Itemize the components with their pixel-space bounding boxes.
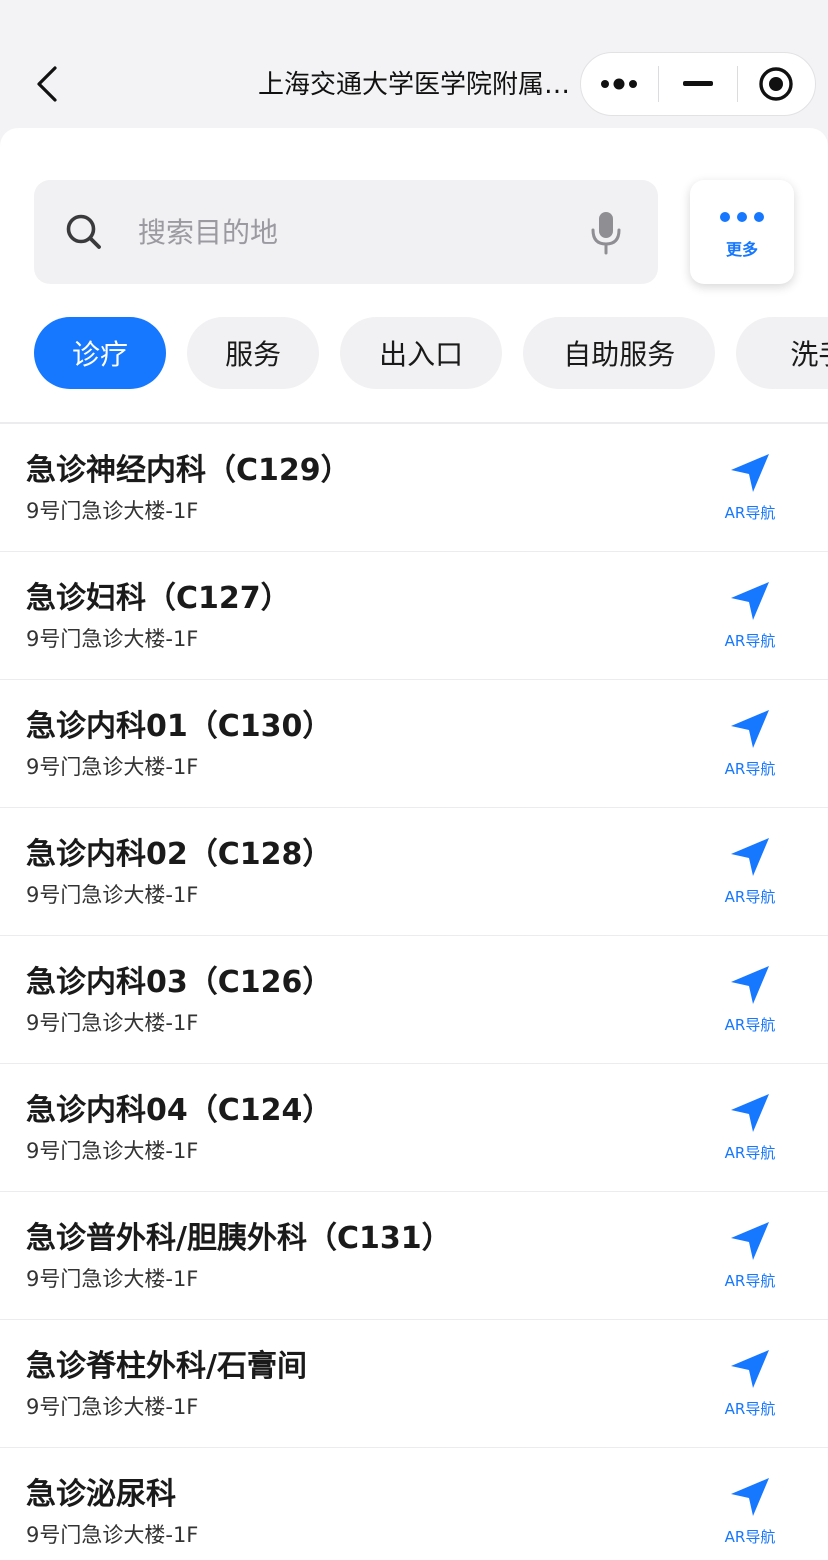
destination-location: 9号门急诊大楼-1F bbox=[26, 1139, 199, 1163]
capsule-minimize-button[interactable] bbox=[659, 53, 736, 115]
ar-navigation-button[interactable]: AR导航 bbox=[714, 578, 786, 658]
main-content: 更多 诊疗 服务 出入口 自助服务 洗手间 急诊神经内科（C129） 9号门急诊… bbox=[0, 128, 828, 1560]
microphone-icon[interactable] bbox=[588, 210, 624, 256]
destination-list: 急诊神经内科（C129） 9号门急诊大楼-1F AR导航 急诊妇科（C127） … bbox=[0, 424, 828, 1560]
ar-navigation-label: AR导航 bbox=[724, 1528, 776, 1546]
list-item[interactable]: 急诊内科04（C124） 9号门急诊大楼-1F AR导航 bbox=[0, 1064, 828, 1192]
destination-location: 9号门急诊大楼-1F bbox=[26, 1523, 199, 1547]
tab-label: 洗手间 bbox=[790, 338, 828, 371]
navigation-arrow-icon bbox=[731, 710, 769, 748]
ar-navigation-button[interactable]: AR导航 bbox=[714, 1474, 786, 1554]
destination-name: 急诊妇科（C127） bbox=[26, 581, 291, 616]
destination-name: 急诊神经内科（C129） bbox=[26, 453, 351, 488]
destination-location: 9号门急诊大楼-1F bbox=[26, 627, 199, 651]
ar-navigation-button[interactable]: AR导航 bbox=[714, 962, 786, 1042]
tab-label: 服务 bbox=[225, 338, 282, 371]
destination-name: 急诊内科01（C130） bbox=[26, 709, 333, 744]
ellipsis-icon bbox=[600, 78, 637, 90]
navigation-arrow-icon bbox=[731, 1094, 769, 1132]
tab-restroom[interactable]: 洗手间 bbox=[736, 317, 828, 389]
page-title: 上海交通大学医学院附属… bbox=[258, 70, 571, 100]
ar-navigation-label: AR导航 bbox=[724, 1144, 776, 1162]
destination-name: 急诊泌尿科 bbox=[26, 1477, 176, 1512]
ar-navigation-button[interactable]: AR导航 bbox=[714, 1346, 786, 1426]
destination-name: 急诊内科02（C128） bbox=[26, 837, 333, 872]
ar-navigation-button[interactable]: AR导航 bbox=[714, 834, 786, 914]
destination-location: 9号门急诊大楼-1F bbox=[26, 755, 199, 779]
navigation-arrow-icon bbox=[731, 1478, 769, 1516]
search-box[interactable] bbox=[34, 180, 658, 284]
ar-navigation-label: AR导航 bbox=[724, 888, 776, 906]
back-button[interactable] bbox=[22, 58, 70, 110]
destination-location: 9号门急诊大楼-1F bbox=[26, 1011, 199, 1035]
destination-location: 9号门急诊大楼-1F bbox=[26, 1395, 199, 1419]
tab-label: 诊疗 bbox=[71, 338, 128, 371]
tab-self-service[interactable]: 自助服务 bbox=[523, 317, 716, 389]
tab-entrance[interactable]: 出入口 bbox=[340, 317, 503, 389]
destination-name: 急诊内科04（C124） bbox=[26, 1093, 333, 1128]
list-item[interactable]: 急诊妇科（C127） 9号门急诊大楼-1F AR导航 bbox=[0, 552, 828, 680]
ar-navigation-button[interactable]: AR导航 bbox=[714, 450, 786, 530]
navigation-arrow-icon bbox=[731, 1222, 769, 1260]
capsule-more-button[interactable] bbox=[581, 53, 658, 115]
chevron-left-icon bbox=[37, 66, 57, 102]
category-tabs: 诊疗 服务 出入口 自助服务 洗手间 bbox=[34, 317, 828, 389]
tab-service[interactable]: 服务 bbox=[187, 317, 320, 389]
search-icon bbox=[66, 214, 101, 249]
destination-location: 9号门急诊大楼-1F bbox=[26, 1267, 199, 1291]
tab-label: 自助服务 bbox=[563, 338, 676, 371]
more-dots-icon bbox=[720, 212, 764, 222]
minimize-icon bbox=[682, 81, 713, 86]
navigation-bar: 上海交通大学医学院附属… bbox=[0, 0, 828, 128]
destination-location: 9号门急诊大楼-1F bbox=[26, 499, 199, 523]
list-item[interactable]: 急诊神经内科（C129） 9号门急诊大楼-1F AR导航 bbox=[0, 424, 828, 552]
list-item[interactable]: 急诊内科02（C128） 9号门急诊大楼-1F AR导航 bbox=[0, 808, 828, 936]
more-button-label: 更多 bbox=[725, 240, 758, 259]
destination-name: 急诊普外科/胆胰外科（C131） bbox=[26, 1221, 452, 1256]
destination-location: 9号门急诊大楼-1F bbox=[26, 883, 199, 907]
list-item[interactable]: 急诊普外科/胆胰外科（C131） 9号门急诊大楼-1F AR导航 bbox=[0, 1192, 828, 1320]
ar-navigation-label: AR导航 bbox=[724, 504, 776, 522]
navigation-arrow-icon bbox=[731, 1350, 769, 1388]
navigation-arrow-icon bbox=[731, 966, 769, 1004]
miniprogram-capsule bbox=[580, 52, 816, 116]
navigation-arrow-icon bbox=[731, 454, 769, 492]
ar-navigation-label: AR导航 bbox=[724, 1272, 776, 1290]
ar-navigation-button[interactable]: AR导航 bbox=[714, 1218, 786, 1298]
capsule-close-button[interactable] bbox=[738, 53, 815, 115]
list-item[interactable]: 急诊内科03（C126） 9号门急诊大楼-1F AR导航 bbox=[0, 936, 828, 1064]
search-input[interactable] bbox=[138, 208, 558, 256]
list-item[interactable]: 急诊泌尿科 9号门急诊大楼-1F AR导航 bbox=[0, 1448, 828, 1560]
list-item[interactable]: 急诊内科01（C130） 9号门急诊大楼-1F AR导航 bbox=[0, 680, 828, 808]
navigation-arrow-icon bbox=[731, 838, 769, 876]
ar-navigation-label: AR导航 bbox=[724, 760, 776, 778]
destination-name: 急诊内科03（C126） bbox=[26, 965, 333, 1000]
target-circle-icon bbox=[759, 67, 794, 101]
ar-navigation-button[interactable]: AR导航 bbox=[714, 1090, 786, 1170]
tab-diagnosis[interactable]: 诊疗 bbox=[34, 317, 166, 389]
ar-navigation-button[interactable]: AR导航 bbox=[714, 706, 786, 786]
ar-navigation-label: AR导航 bbox=[724, 632, 776, 650]
tab-label: 出入口 bbox=[379, 338, 464, 371]
list-item[interactable]: 急诊脊柱外科/石膏间 9号门急诊大楼-1F AR导航 bbox=[0, 1320, 828, 1448]
navigation-arrow-icon bbox=[731, 582, 769, 620]
ar-navigation-label: AR导航 bbox=[724, 1016, 776, 1034]
ar-navigation-label: AR导航 bbox=[724, 1400, 776, 1418]
destination-name: 急诊脊柱外科/石膏间 bbox=[26, 1349, 307, 1384]
more-button[interactable]: 更多 bbox=[690, 180, 794, 284]
